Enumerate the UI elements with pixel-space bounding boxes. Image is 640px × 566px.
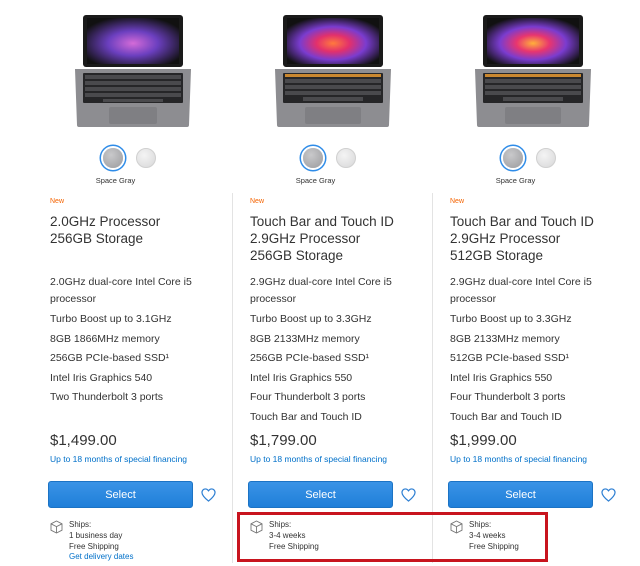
spec-item: 512GB PCIe-based SSD¹ bbox=[450, 352, 570, 364]
spec-item: Two Thunderbolt 3 ports bbox=[50, 391, 164, 403]
heart-icon[interactable] bbox=[601, 488, 616, 502]
box-icon bbox=[50, 520, 63, 534]
price: $1,499.00 bbox=[50, 432, 117, 449]
heart-icon[interactable] bbox=[201, 488, 216, 502]
spec-item: Turbo Boost up to 3.1GHz bbox=[50, 313, 172, 325]
spec-item: Turbo Boost up to 3.3GHz bbox=[450, 313, 572, 325]
spec-list: 2.0GHz dual-core Intel Core i5 processor… bbox=[50, 274, 220, 408]
shipping-info: Ships: 3-4 weeks Free Shipping bbox=[269, 520, 319, 552]
ships-label: Ships: bbox=[469, 520, 492, 529]
price: $1,799.00 bbox=[250, 432, 317, 449]
heart-icon[interactable] bbox=[401, 488, 416, 502]
free-shipping: Free Shipping bbox=[469, 541, 519, 551]
ships-time: 3-4 weeks bbox=[469, 530, 506, 540]
spec-processor: 2.9GHz dual-core Intel Core i5 processor bbox=[250, 276, 392, 305]
new-badge: New bbox=[50, 198, 65, 205]
spec-processor: 2.9GHz dual-core Intel Core i5 processor bbox=[450, 276, 592, 305]
spec-item: Four Thunderbolt 3 ports bbox=[450, 391, 566, 403]
product-title: Touch Bar and Touch ID 2.9GHz Processor … bbox=[450, 213, 630, 264]
financing-link[interactable]: Up to 18 months of special financing bbox=[250, 454, 387, 464]
spec-item: Intel Iris Graphics 550 bbox=[250, 371, 353, 384]
box-icon bbox=[250, 520, 263, 534]
free-shipping: Free Shipping bbox=[69, 541, 119, 551]
shipping-info: Ships: 3-4 weeks Free Shipping bbox=[469, 520, 519, 552]
spec-item: 8GB 1866MHz memory bbox=[50, 332, 160, 345]
title-line: Touch Bar and Touch ID bbox=[250, 214, 394, 229]
shipping-info: Ships: 1 business day Free Shipping Get … bbox=[69, 520, 133, 563]
spec-item: 256GB PCIe-based SSD¹ bbox=[50, 352, 170, 364]
color-label: Space Gray bbox=[495, 176, 536, 185]
spec-item: Turbo Boost up to 3.3GHz bbox=[250, 313, 372, 325]
financing-link[interactable]: Up to 18 months of special financing bbox=[450, 454, 587, 464]
product-title: 2.0GHz Processor 256GB Storage bbox=[50, 213, 230, 247]
ships-time: 3-4 weeks bbox=[269, 530, 306, 540]
title-line: 256GB Storage bbox=[250, 248, 344, 263]
silver-swatch[interactable] bbox=[336, 148, 356, 168]
title-line: 512GB Storage bbox=[450, 248, 544, 263]
product-card-1: Space Gray New 2.0GHz Processor 256GB St… bbox=[33, 0, 233, 566]
get-delivery-dates-link[interactable]: Get delivery dates bbox=[69, 552, 133, 563]
macbook-pro-image bbox=[275, 15, 391, 127]
ships-time: 1 business day bbox=[69, 530, 123, 540]
title-line: 256GB Storage bbox=[50, 231, 144, 246]
space-gray-swatch[interactable] bbox=[503, 148, 523, 168]
spec-item: 8GB 2133MHz memory bbox=[250, 332, 360, 345]
spec-item: 8GB 2133MHz memory bbox=[450, 332, 560, 345]
free-shipping: Free Shipping bbox=[269, 541, 319, 551]
color-label: Space Gray bbox=[295, 176, 336, 185]
new-badge: New bbox=[250, 198, 265, 205]
spec-item: Intel Iris Graphics 550 bbox=[450, 371, 553, 384]
silver-swatch[interactable] bbox=[136, 148, 156, 168]
title-line: Touch Bar and Touch ID bbox=[450, 214, 594, 229]
price: $1,999.00 bbox=[450, 432, 517, 449]
ships-label: Ships: bbox=[69, 520, 92, 529]
space-gray-swatch[interactable] bbox=[103, 148, 123, 168]
select-button[interactable]: Select bbox=[48, 481, 193, 508]
spec-item: Touch Bar and Touch ID bbox=[250, 410, 362, 423]
color-swatches bbox=[433, 148, 633, 172]
spec-processor: 2.0GHz dual-core Intel Core i5 processor bbox=[50, 276, 192, 305]
select-button[interactable]: Select bbox=[448, 481, 593, 508]
color-label: Space Gray bbox=[95, 176, 136, 185]
spec-item: Touch Bar and Touch ID bbox=[450, 410, 562, 423]
spec-list: 2.9GHz dual-core Intel Core i5 processor… bbox=[450, 274, 620, 427]
title-line: 2.9GHz Processor bbox=[250, 231, 361, 246]
title-line: 2.0GHz Processor bbox=[50, 214, 161, 229]
silver-swatch[interactable] bbox=[536, 148, 556, 168]
title-line: 2.9GHz Processor bbox=[450, 231, 561, 246]
spec-item: 256GB PCIe-based SSD¹ bbox=[250, 352, 370, 364]
spec-list: 2.9GHz dual-core Intel Core i5 processor… bbox=[250, 274, 420, 427]
product-title: Touch Bar and Touch ID 2.9GHz Processor … bbox=[250, 213, 430, 264]
space-gray-swatch[interactable] bbox=[303, 148, 323, 168]
spec-item: Four Thunderbolt 3 ports bbox=[250, 391, 366, 403]
macbook-pro-image bbox=[475, 15, 591, 127]
color-swatches bbox=[33, 148, 233, 172]
spec-item: Intel Iris Graphics 540 bbox=[50, 371, 153, 384]
box-icon bbox=[450, 520, 463, 534]
product-card-3: Space Gray New Touch Bar and Touch ID 2.… bbox=[433, 0, 633, 566]
financing-link[interactable]: Up to 18 months of special financing bbox=[50, 454, 187, 464]
new-badge: New bbox=[450, 198, 465, 205]
select-button[interactable]: Select bbox=[248, 481, 393, 508]
macbook-pro-image bbox=[75, 15, 191, 127]
product-card-2: Space Gray New Touch Bar and Touch ID 2.… bbox=[233, 0, 433, 566]
color-swatches bbox=[233, 148, 433, 172]
ships-label: Ships: bbox=[269, 520, 292, 529]
